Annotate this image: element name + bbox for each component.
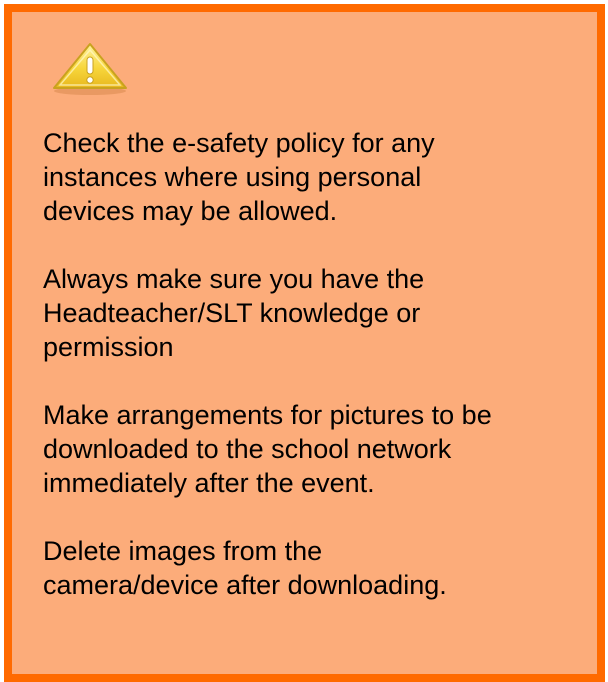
warning-triangle-icon [53, 43, 127, 95]
notice-paragraph-delete-images: Delete images from the camera/device aft… [43, 536, 447, 600]
notice-card: Check the e-safety policy for any instan… [4, 4, 605, 682]
notice-paragraph-policy: Check the e-safety policy for any instan… [43, 128, 435, 226]
notice-paragraph-permission: Always make sure you have the Headteache… [43, 264, 425, 362]
notice-paragraph-arrangements: Make arrangements for pictures to be dow… [43, 400, 492, 498]
notice-text: Check the e-safety policy for any instan… [43, 126, 588, 602]
